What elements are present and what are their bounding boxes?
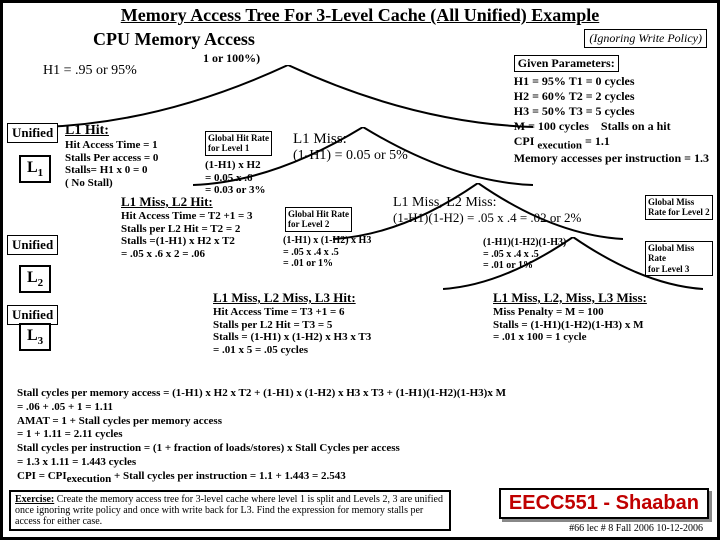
page-title: Memory Access Tree For 3-Level Cache (Al… [3,5,717,26]
l2-hit: L1 Miss, L2 Hit: Hit Access Time = T2 +1… [121,195,253,261]
given-mem: Memory accesses per instruction = 1.3 [514,151,709,165]
global-miss-rate-l3: Global Miss Ratefor Level 3 [645,241,713,276]
l1-hit: L1 Hit: Hit Access Time = 1 Stalls Per a… [65,123,158,190]
slide: Memory Access Tree For 3-Level Cache (Al… [0,0,720,540]
unified-1: Unified [7,123,58,143]
global-hit-rate-l2: Global Hit Ratefor Level 2 [285,207,352,232]
lecture-footer: #66 lec # 8 Fall 2006 10-12-2006 [569,523,703,534]
l3-calc: (1-H1)(1-H2)(1-H3)= .05 x .4 x .5= .01 o… [483,237,566,272]
cpi-line: CPI = CPIexecution + Stall cycles per in… [17,470,346,482]
given-parameters: Given Parameters: H1 = 95% T1 = 0 cycles… [514,55,709,166]
level-1-box: L1 [19,155,51,183]
calculations: Stall cycles per memory access = (1-H1) … [17,387,707,486]
course-badge: EECC551 - Shaaban [499,488,709,519]
l2miss-calc: (1-H1) x (1-H2) x H3= .05 x .4 x .5= .01… [283,235,371,270]
exercise-box: Exercise: Create the memory access tree … [9,490,451,531]
l1miss-calc: (1-H1) x H2= 0.05 x .6= 0.03 or 3% [205,159,265,197]
level-2-box: L2 [19,265,51,293]
note-ignore: (Ignoring Write Policy) [584,29,707,48]
unified-2: Unified [7,235,58,255]
l2-miss: L1 Miss, L2 Miss: (1-H1)(1-H2) = .05 x .… [393,195,581,226]
subtitle: CPU Memory Access [93,29,255,50]
unified-3: Unified [7,305,58,325]
l3-miss: L1 Miss, L2, Miss, L3 Miss: Miss Penalty… [493,291,647,344]
root-prob: 1 or 100%) [203,51,260,66]
global-miss-rate-l2: Global Miss Rate for Level 2 [645,195,713,220]
given-stall: Stalls on a hit [601,119,671,133]
global-hit-rate-l1: Global Hit Ratefor Level 1 [205,131,272,156]
level-3-box: L3 [19,323,51,351]
l1-miss: L1 Miss: (1-H1) = 0.05 or 5% [293,131,408,164]
tree-branch-1 [43,65,533,129]
l3-hit: L1 Miss, L2 Miss, L3 Hit: Hit Access Tim… [213,291,371,357]
